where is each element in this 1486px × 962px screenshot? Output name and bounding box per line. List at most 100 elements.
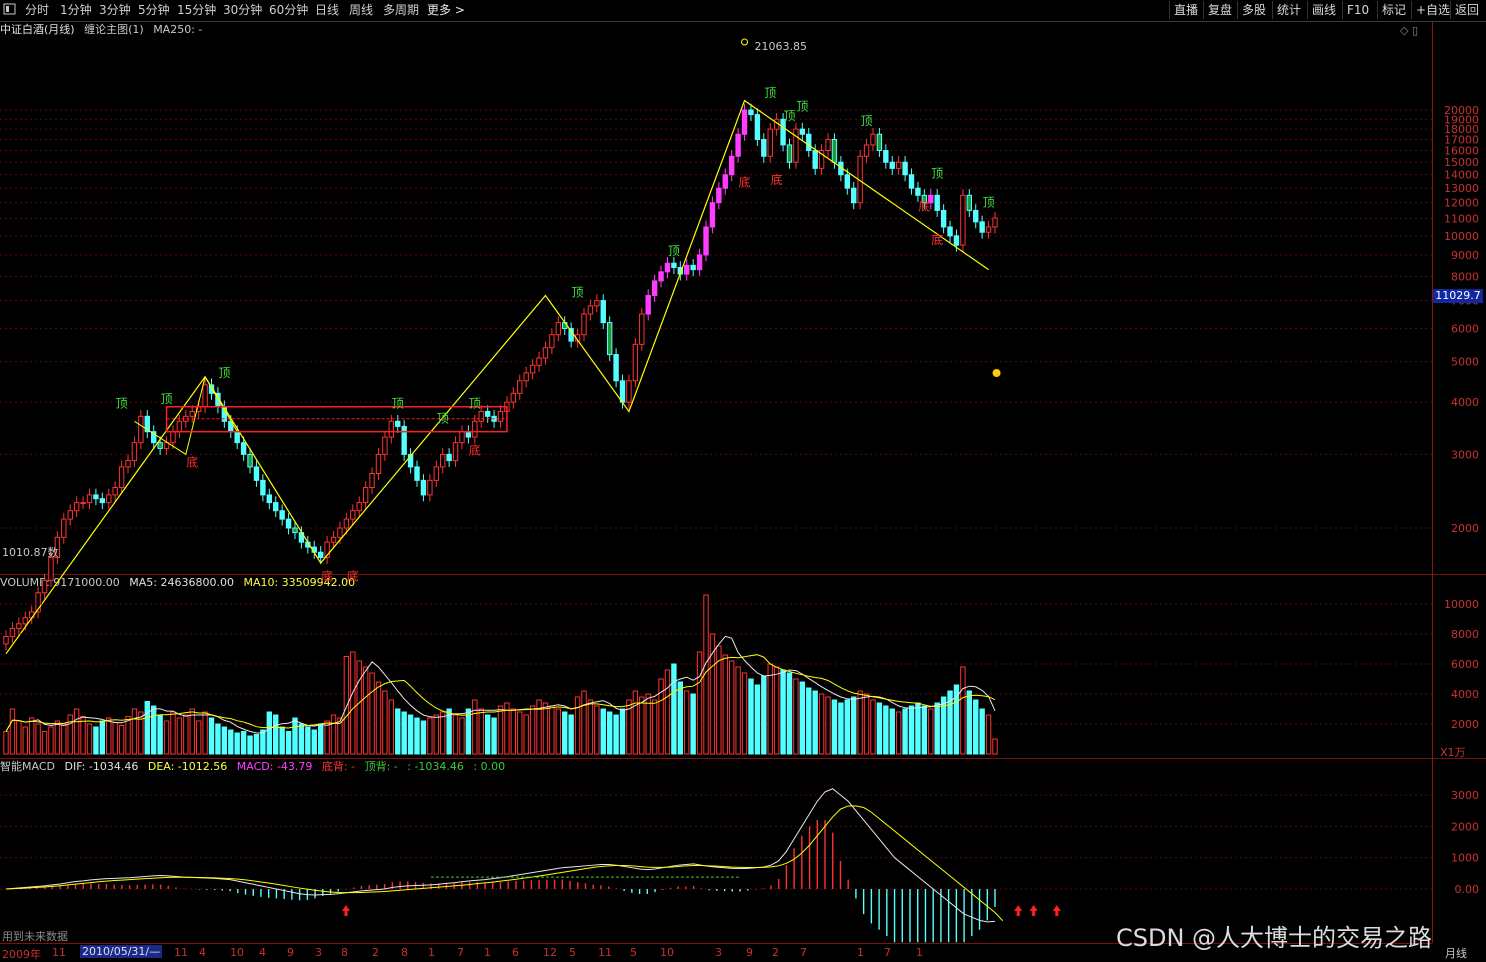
volume-bar: [28, 717, 35, 755]
candle-body: [401, 425, 407, 455]
volume-bar: [696, 651, 703, 755]
date-tick-label: 9: [746, 946, 753, 959]
volume-bar: [549, 705, 555, 755]
candle-body: [240, 442, 247, 455]
volume-bar: [112, 722, 118, 755]
volume-bar: [253, 734, 260, 755]
price-tick-label: 12000: [1444, 197, 1479, 210]
candle-body: [844, 174, 850, 189]
date-tick-label: 2: [772, 946, 779, 959]
volume-bar: [440, 711, 446, 755]
volume-bar: [606, 711, 613, 755]
date-tick-label: 2009年: [2, 948, 41, 961]
volume-bar: [517, 711, 523, 755]
volume-tick-label: 8000: [1451, 628, 1479, 641]
candle-body: [369, 473, 375, 488]
candle-body: [497, 410, 504, 422]
macd-tick-label: 2000: [1451, 820, 1479, 833]
volume-bar: [356, 660, 362, 755]
date-tick-label: 4: [199, 946, 206, 959]
candle-body: [382, 436, 388, 455]
volume-bar: [375, 681, 382, 755]
volume-bar: [362, 666, 369, 755]
candle-body: [73, 502, 80, 512]
volume-bar: [510, 708, 517, 755]
top-marker: 顶: [983, 195, 995, 209]
candle-body: [696, 254, 703, 271]
volume-bar: [395, 708, 401, 755]
volume-bar: [292, 717, 298, 755]
volume-bar: [574, 696, 581, 755]
bottom-marker: 底: [347, 569, 359, 584]
volume-bar: [523, 714, 529, 755]
candle-body: [876, 133, 883, 152]
bottom-marker: 底: [469, 443, 481, 458]
candle-body: [664, 262, 671, 273]
volume-bar: [279, 726, 285, 755]
volume-bar: [401, 711, 407, 755]
top-marker: 顶: [796, 100, 808, 114]
volume-bar: [658, 678, 664, 755]
zigzag-stroke-line: [5, 99, 989, 655]
volume-bar: [240, 731, 247, 755]
candle-body: [651, 280, 658, 296]
volume-tick-label: 4000: [1451, 688, 1479, 701]
volume-bar: [581, 690, 587, 755]
volume-bar: [497, 705, 504, 755]
candle-body: [908, 174, 915, 189]
volume-bar: [273, 714, 279, 755]
candle-body: [722, 174, 728, 189]
candle-body: [125, 460, 131, 468]
volume-tick-label: 2000: [1451, 718, 1479, 731]
chart-canvas[interactable]: 2000300040005000600070008000900010000110…: [0, 0, 1486, 961]
macd-tick-label: 0.00: [1455, 883, 1480, 896]
candle-body: [202, 384, 208, 408]
candle-body: [639, 313, 645, 345]
volume-bar: [459, 717, 465, 755]
volume-bar: [247, 735, 253, 755]
price-tick-label: 20000: [1444, 104, 1479, 117]
volume-bar: [883, 705, 889, 755]
candle-body: [626, 380, 632, 403]
volume-bar: [433, 714, 439, 755]
volume-bar: [831, 699, 838, 755]
candle-body: [420, 479, 427, 496]
price-tick-label: 13000: [1444, 182, 1479, 195]
volume-bar: [183, 714, 189, 755]
candle-body: [895, 161, 902, 169]
volume-bar: [125, 716, 131, 755]
volume-bar: [61, 723, 67, 755]
macd-tick-label: 3000: [1451, 789, 1479, 802]
buy-arrow-icon: [1052, 905, 1061, 916]
volume-bar: [305, 726, 311, 755]
candle-body: [761, 139, 767, 157]
candle-body: [93, 494, 99, 500]
candle-body: [510, 392, 517, 403]
candle-body: [112, 486, 118, 496]
volume-bar: [414, 717, 420, 755]
volume-bar: [478, 708, 484, 755]
candle-body: [703, 226, 709, 256]
peak-marker-circle: [741, 38, 749, 46]
candle-body: [523, 372, 529, 382]
volume-bar: [651, 699, 658, 755]
candle-body: [645, 294, 651, 315]
volume-bar: [266, 711, 273, 755]
candle-body: [465, 431, 472, 438]
date-tick-label: 1: [484, 946, 491, 959]
date-tick-label: 7: [800, 946, 807, 959]
volume-bar: [799, 681, 806, 755]
period-label: 月线: [1445, 947, 1467, 960]
volume-bar: [93, 726, 99, 755]
candle-body: [337, 527, 343, 538]
candle-body: [973, 209, 979, 223]
candle-body: [889, 161, 895, 169]
top-marker: 顶: [668, 244, 680, 258]
volume-bar: [529, 705, 536, 755]
price-tick-label: 10000: [1444, 230, 1479, 243]
volume-bar: [382, 690, 388, 755]
volume-bar: [317, 723, 324, 755]
volume-bar: [889, 708, 895, 755]
date-tick-label: 2: [372, 946, 379, 959]
volume-bar: [452, 714, 459, 755]
